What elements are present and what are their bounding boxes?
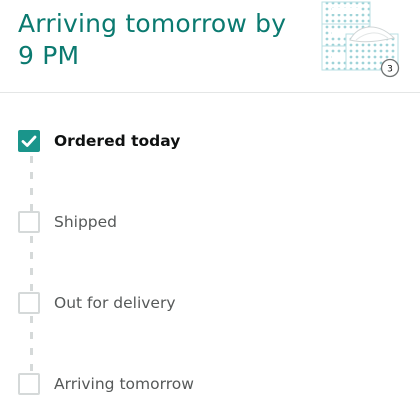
product-thumbnail[interactable]: 3 [318, 0, 404, 78]
shipment-tracking-card: Arriving tomorrow by 9 PM 3 Ordered toda… [0, 0, 420, 420]
step-arriving: Arriving tomorrow [18, 371, 194, 397]
quantity-badge-text: 3 [387, 65, 393, 75]
progress-connector-line [30, 156, 33, 378]
delivery-eta-title: Arriving tomorrow by 9 PM [18, 9, 287, 70]
header-divider [0, 92, 420, 93]
step-label-shipped: Shipped [54, 213, 118, 231]
step-out-for-delivery: Out for delivery [18, 290, 176, 316]
step-shipped: Shipped [18, 209, 117, 235]
checkmark-icon [21, 135, 37, 147]
unchecked-box-icon [18, 373, 40, 395]
tissue-boxes-image: 3 [321, 1, 400, 78]
step-ordered: Ordered today [18, 128, 180, 154]
step-label-arriving: Arriving tomorrow [54, 375, 194, 393]
unchecked-box-icon [18, 292, 40, 314]
checked-box-icon [18, 130, 40, 152]
step-label-ordered: Ordered today [54, 132, 181, 150]
unchecked-box-icon [18, 211, 40, 233]
step-label-out-for-delivery: Out for delivery [54, 294, 176, 312]
